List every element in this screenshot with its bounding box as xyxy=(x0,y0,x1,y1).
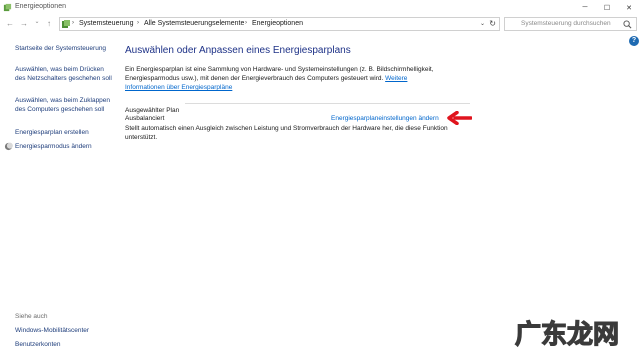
forward-button[interactable]: → xyxy=(18,19,30,28)
plan-name: Ausbalanciert xyxy=(125,115,165,122)
breadcrumb-separator: › xyxy=(137,20,139,26)
up-button[interactable]: ↑ xyxy=(43,19,55,28)
recent-locations-button[interactable]: ⌄ xyxy=(31,18,43,25)
see-also-heading: Siehe auch xyxy=(15,313,48,320)
intro-paragraph: Ein Energiesparplan ist eine Sammlung vo… xyxy=(125,65,445,92)
sidebar: Startseite der Systemsteuerung Auswählen… xyxy=(0,34,118,359)
address-dropdown-button[interactable]: ⌄ xyxy=(480,20,485,27)
search-box[interactable]: Systemsteuerung durchsuchen xyxy=(504,17,637,31)
breadcrumb-separator: › xyxy=(245,20,247,26)
section-divider xyxy=(185,103,470,104)
help-icon[interactable]: ? xyxy=(629,36,639,46)
watermark: 广东龙网 xyxy=(505,315,630,351)
navigation-bar: ← → ⌄ ↑ › Systemsteuerung › Alle Systems… xyxy=(0,15,640,34)
back-button[interactable]: ← xyxy=(4,19,16,28)
power-options-app-icon xyxy=(3,3,12,12)
breadcrumb-energieoptionen[interactable]: Energieoptionen xyxy=(252,20,303,27)
breadcrumb-alle-elemente[interactable]: Alle Systemsteuerungselemente xyxy=(144,20,244,27)
sidebar-item-mobility-center[interactable]: Windows-Mobilitätscenter xyxy=(15,326,115,335)
svg-text:广东龙网: 广东龙网 xyxy=(515,319,619,350)
section-heading: Ausgewählter Plan xyxy=(125,107,180,114)
search-input[interactable]: Systemsteuerung durchsuchen xyxy=(521,20,611,27)
change-plan-settings-link[interactable]: Energiesparplaneinstellungen ändern xyxy=(331,115,439,122)
sidebar-home-link[interactable]: Startseite der Systemsteuerung xyxy=(15,44,115,53)
refresh-button[interactable]: ↻ xyxy=(489,19,496,28)
red-arrow-icon xyxy=(447,111,472,125)
sidebar-item-user-accounts[interactable]: Benutzerkonten xyxy=(15,340,115,349)
control-panel-icon xyxy=(62,20,70,28)
title-bar: Energieoptionen ─ ☐ ✕ xyxy=(0,0,640,15)
watermark-logo: 广东龙网 xyxy=(514,318,619,350)
close-button[interactable]: ✕ xyxy=(618,0,640,15)
address-bar[interactable]: › Systemsteuerung › Alle Systemsteuerung… xyxy=(59,17,500,31)
plan-description: Stellt automatisch einen Ausgleich zwisc… xyxy=(125,125,448,141)
search-icon[interactable] xyxy=(623,20,632,29)
breadcrumb-systemsteuerung[interactable]: Systemsteuerung xyxy=(79,20,133,27)
page-title: Auswählen oder Anpassen eines Energiespa… xyxy=(125,45,351,56)
maximize-button[interactable]: ☐ xyxy=(596,0,618,15)
window-controls: ─ ☐ ✕ xyxy=(574,0,640,15)
sleep-moon-icon xyxy=(4,142,13,151)
sidebar-item-sleep-mode[interactable]: Energiesparmodus ändern xyxy=(15,142,115,151)
minimize-button[interactable]: ─ xyxy=(574,0,596,15)
sidebar-item-create-plan[interactable]: Energiesparplan erstellen xyxy=(15,128,115,137)
sidebar-item-power-button[interactable]: Auswählen, was beim Drücken des Netzscha… xyxy=(15,65,115,83)
sidebar-item-lid-close[interactable]: Auswählen, was beim Zuklappen des Comput… xyxy=(15,96,115,114)
window-title: Energieoptionen xyxy=(15,3,66,10)
breadcrumb-separator: › xyxy=(72,20,74,26)
